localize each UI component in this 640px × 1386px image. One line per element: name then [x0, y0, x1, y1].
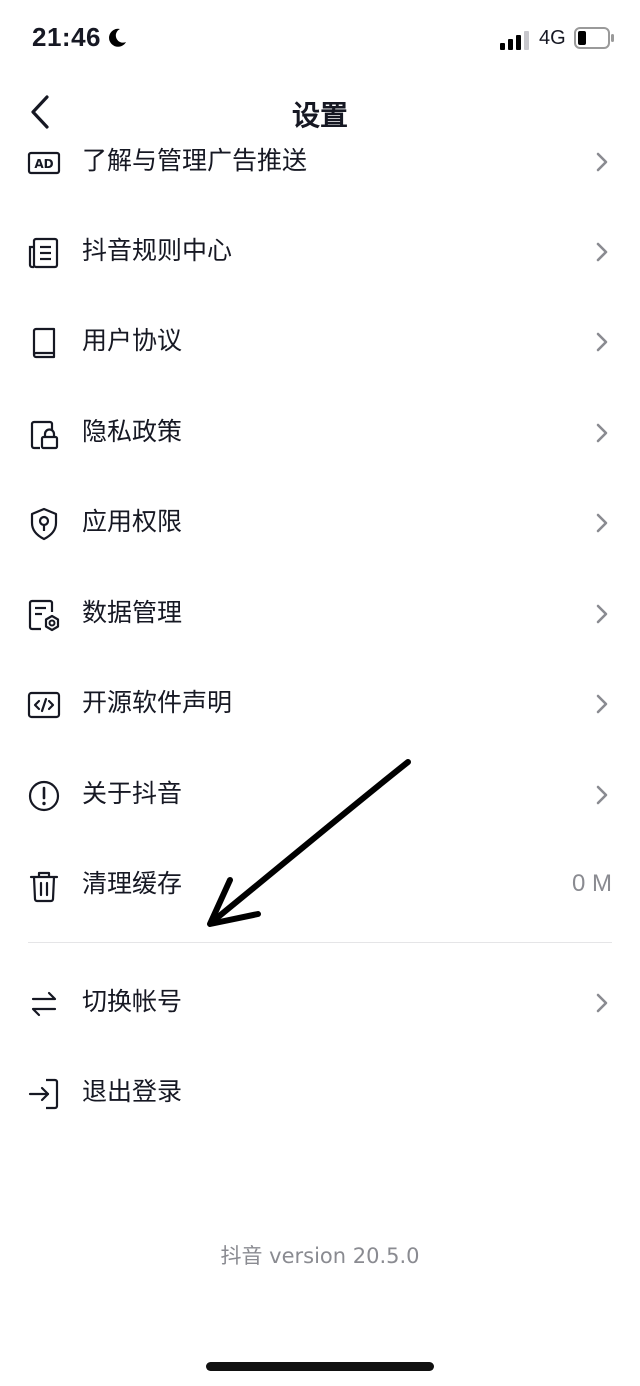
- document-list-icon: [28, 237, 59, 269]
- home-indicator[interactable]: [206, 1362, 434, 1371]
- logout-icon: [28, 1078, 59, 1110]
- code-icon: [27, 691, 61, 719]
- status-time: 21:46: [32, 22, 101, 52]
- chevron-right-icon: [596, 152, 608, 172]
- menu-item-label: 了解与管理广告推送: [82, 146, 308, 175]
- menu-item-label: 应用权限: [82, 507, 183, 536]
- network-type: 4G: [539, 27, 566, 49]
- info-circle-icon: [28, 780, 60, 812]
- chevron-right-icon: [596, 785, 608, 805]
- menu-item-switch-account[interactable]: 切换帐号: [0, 957, 640, 1047]
- menu-item-label: 抖音规则中心: [82, 236, 233, 265]
- menu-item-rules-center[interactable]: 抖音规则中心: [0, 206, 640, 296]
- chevron-right-icon: [596, 993, 608, 1013]
- menu-item-label: 数据管理: [82, 598, 183, 627]
- menu-item-label: 关于抖音: [82, 779, 183, 808]
- chevron-right-icon: [596, 604, 608, 624]
- section-divider: [28, 942, 612, 943]
- menu-item-logout[interactable]: 退出登录: [0, 1047, 640, 1137]
- chevron-right-icon: [596, 332, 608, 352]
- menu-item-label: 退出登录: [82, 1077, 183, 1106]
- switch-arrows-icon: [31, 991, 57, 1017]
- menu-item-data-management[interactable]: 数据管理: [0, 568, 640, 658]
- menu-item-label: 开源软件声明: [82, 688, 233, 717]
- menu-item-label: 切换帐号: [82, 987, 183, 1016]
- book-icon: [32, 327, 56, 359]
- menu-item-app-permissions[interactable]: 应用权限: [0, 477, 640, 567]
- menu-item-privacy-policy[interactable]: 隐私政策: [0, 387, 640, 477]
- version-text: 抖音 version 20.5.0: [220, 1244, 420, 1268]
- status-bar: 21:46 4G: [0, 0, 640, 80]
- menu-item-open-source[interactable]: 开源软件声明: [0, 658, 640, 748]
- battery-icon: [574, 27, 614, 49]
- chevron-right-icon: [596, 694, 608, 714]
- signal-icon: [500, 31, 529, 50]
- trash-icon: [29, 871, 59, 903]
- data-settings-icon: [28, 599, 60, 632]
- chevron-right-icon: [596, 242, 608, 262]
- shield-key-icon: [30, 507, 58, 541]
- ad-icon: AD: [27, 151, 61, 175]
- chevron-right-icon: [596, 423, 608, 443]
- menu-item-clear-cache[interactable]: 清理缓存 0 M: [0, 839, 640, 929]
- menu-item-label: 用户协议: [82, 326, 183, 355]
- menu-item-label: 清理缓存: [82, 869, 183, 898]
- chevron-right-icon: [596, 513, 608, 533]
- menu-item-label: 隐私政策: [82, 417, 183, 446]
- moon-icon: [109, 28, 126, 47]
- svg-text:AD: AD: [34, 157, 53, 171]
- menu-item-about[interactable]: 关于抖音: [0, 749, 640, 839]
- privacy-lock-icon: [30, 420, 59, 450]
- menu-item-user-agreement[interactable]: 用户协议: [0, 296, 640, 386]
- menu-item-ad-management[interactable]: AD 了解与管理广告推送: [0, 116, 640, 206]
- cache-size: 0 M: [571, 870, 612, 897]
